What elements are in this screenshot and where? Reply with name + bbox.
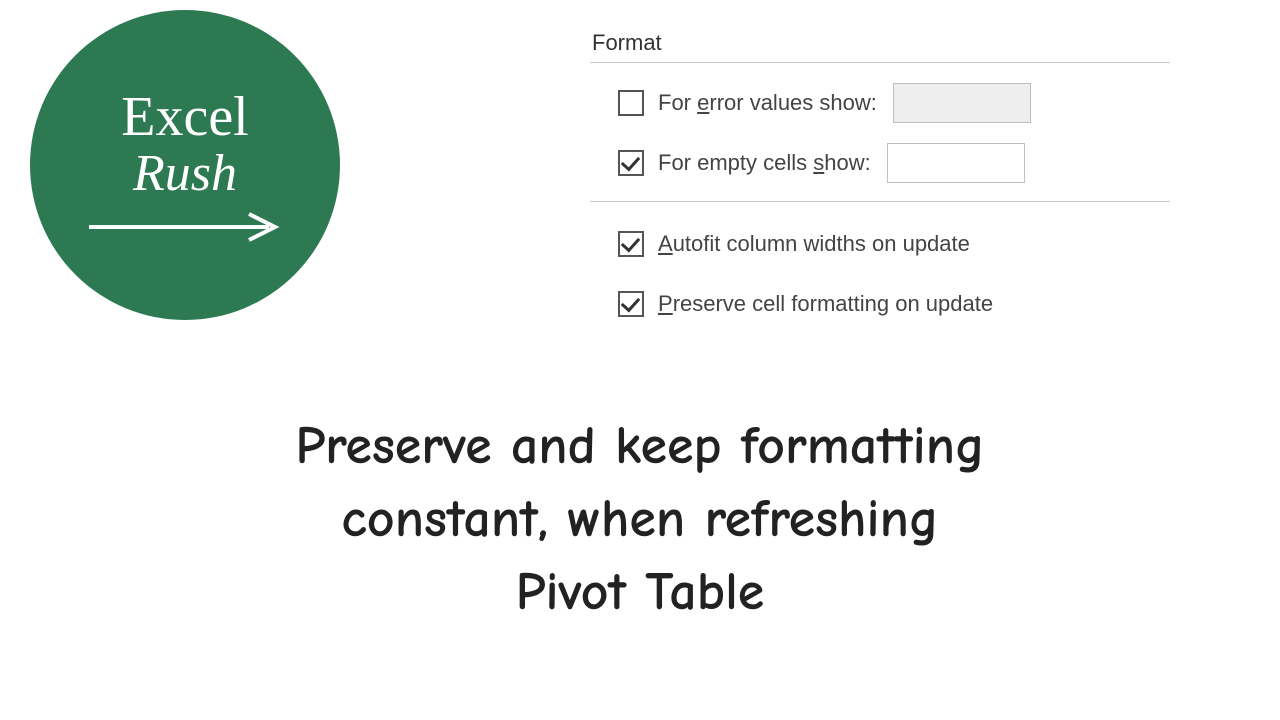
excel-rush-logo: Excel Rush [30, 10, 340, 320]
label-preserve-post: reserve cell formatting on update [673, 291, 993, 316]
label-error-values: For error values show: [658, 90, 877, 116]
option-autofit-row: Autofit column widths on update [590, 222, 1170, 266]
caption-line1: Preserve and keep formatting [70, 410, 1210, 483]
input-empty-cells[interactable] [887, 143, 1025, 183]
label-preserve-formatting: Preserve cell formatting on update [658, 291, 993, 317]
logo-text-line2: Rush [133, 145, 237, 202]
label-autofit-access: A [658, 231, 673, 256]
label-empty-cells: For empty cells show: [658, 150, 871, 176]
option-error-values-row: For error values show: [590, 81, 1170, 125]
arrow-right-icon [85, 212, 285, 242]
label-empty-cells-pre: For empty cells [658, 150, 813, 175]
checkbox-preserve-formatting[interactable] [618, 291, 644, 317]
option-empty-cells-row: For empty cells show: [590, 141, 1170, 185]
label-autofit: Autofit column widths on update [658, 231, 970, 257]
logo-text-line1: Excel [121, 88, 248, 147]
caption-line3: Pivot Table [70, 556, 1210, 629]
label-empty-cells-post: how: [824, 150, 870, 175]
label-error-values-post: rror values show: [709, 90, 877, 115]
label-preserve-access: P [658, 291, 673, 316]
label-autofit-post: utofit column widths on update [673, 231, 970, 256]
option-preserve-row: Preserve cell formatting on update [590, 282, 1170, 326]
label-empty-cells-access: s [813, 150, 824, 175]
top-region: Excel Rush Format For error values show:… [0, 0, 1280, 370]
label-error-values-pre: For [658, 90, 697, 115]
input-error-values[interactable] [893, 83, 1031, 123]
label-error-values-access: e [697, 90, 709, 115]
checkbox-autofit[interactable] [618, 231, 644, 257]
section-header-format: Format [590, 30, 1170, 63]
checkbox-error-values[interactable] [618, 90, 644, 116]
thumbnail-caption: Preserve and keep formatting constant, w… [0, 410, 1280, 629]
divider [590, 201, 1170, 202]
checkbox-empty-cells[interactable] [618, 150, 644, 176]
pivot-format-options-panel: Format For error values show: For empty … [590, 30, 1170, 342]
caption-line2: constant, when refreshing [70, 483, 1210, 556]
